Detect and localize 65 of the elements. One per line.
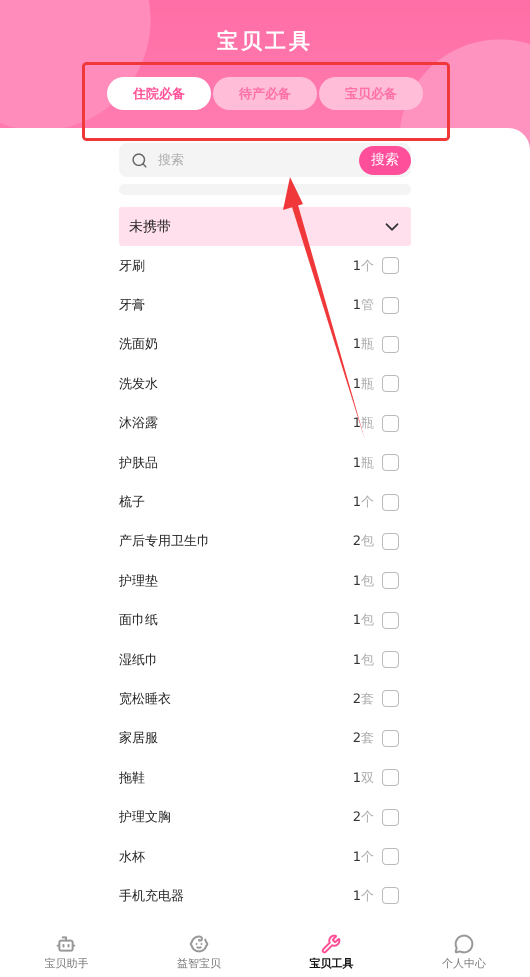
page-title: 宝贝工具: [217, 28, 313, 55]
item-name: 家居服: [119, 730, 159, 748]
item-quantity: 1瓶: [352, 415, 374, 432]
item-checkbox[interactable]: [382, 454, 399, 472]
item-name: 牙膏: [119, 297, 146, 314]
item-checkbox[interactable]: [382, 887, 399, 904]
nav-tab[interactable]: 宝贝助手: [0, 931, 132, 977]
item-checkbox[interactable]: [382, 494, 399, 511]
item-quantity: 1包: [352, 612, 374, 630]
item-name: 水杯: [119, 848, 146, 866]
item-checkbox[interactable]: [382, 375, 399, 392]
nav-tab[interactable]: 益智宝贝: [132, 931, 265, 977]
item-name: 护理垫: [119, 572, 159, 590]
item-quantity: 1个: [352, 258, 374, 275]
item-checkbox[interactable]: [382, 848, 399, 866]
search-button[interactable]: 搜索: [359, 146, 411, 174]
item-name: 宽松睡衣: [119, 690, 172, 708]
item-checkbox[interactable]: [382, 730, 399, 747]
item-name: 手机充电器: [119, 888, 185, 905]
item-name: 洗面奶: [119, 336, 159, 354]
nav-tab[interactable]: 个人中心: [398, 931, 530, 977]
item-name: 湿纸巾: [119, 652, 159, 669]
item-checkbox[interactable]: [382, 296, 399, 314]
nav-tab[interactable]: 宝贝工具: [265, 931, 398, 977]
search-field[interactable]: 搜索 搜索: [119, 143, 411, 177]
item-name: 面巾纸: [119, 612, 159, 630]
item-name: 沐浴露: [119, 415, 159, 432]
robot-icon: [56, 934, 76, 954]
item-quantity: 1瓶: [352, 376, 374, 393]
item-checkbox[interactable]: [382, 651, 399, 668]
category-tab[interactable]: 住院必备: [107, 77, 211, 110]
item-quantity: 1包: [352, 652, 374, 669]
item-checkbox[interactable]: [382, 532, 399, 550]
item-name: 洗发水: [119, 376, 159, 393]
item-quantity: 2个: [352, 809, 374, 826]
item-checkbox[interactable]: [382, 257, 399, 274]
item-quantity: 1个: [352, 848, 374, 866]
item-name: 牙刷: [119, 258, 146, 275]
item-checkbox[interactable]: [382, 769, 399, 786]
item-quantity: 1管: [352, 297, 374, 314]
item-checkbox[interactable]: [382, 612, 399, 629]
item-name: 护理文胸: [119, 809, 172, 826]
item-quantity: 1个: [352, 888, 374, 905]
wrench-icon: [321, 934, 342, 954]
item-name: 拖鞋: [119, 770, 146, 787]
item-checkbox[interactable]: [382, 336, 399, 353]
item-quantity: 1双: [352, 770, 374, 787]
item-quantity: 2包: [352, 533, 374, 550]
item-quantity: 1瓶: [352, 336, 374, 354]
item-quantity: 1个: [352, 494, 374, 512]
baby-face-icon: [188, 934, 209, 954]
item-name: 梳子: [119, 494, 146, 512]
item-name: 产后专用卫生巾: [119, 533, 211, 550]
chat-bubble-icon: [454, 934, 474, 954]
item-quantity: 1包: [352, 572, 374, 590]
item-quantity: 2套: [352, 690, 374, 708]
item-checkbox[interactable]: [382, 808, 399, 826]
status-dropdown[interactable]: 未携带: [119, 207, 411, 246]
item-quantity: 1瓶: [352, 454, 374, 472]
item-checkbox[interactable]: [382, 414, 399, 432]
item-quantity: 2套: [352, 730, 374, 748]
item-checkbox[interactable]: [382, 690, 399, 708]
item-name: 护肤品: [119, 454, 159, 472]
item-checkbox[interactable]: [382, 572, 399, 590]
search-icon: [131, 152, 148, 168]
